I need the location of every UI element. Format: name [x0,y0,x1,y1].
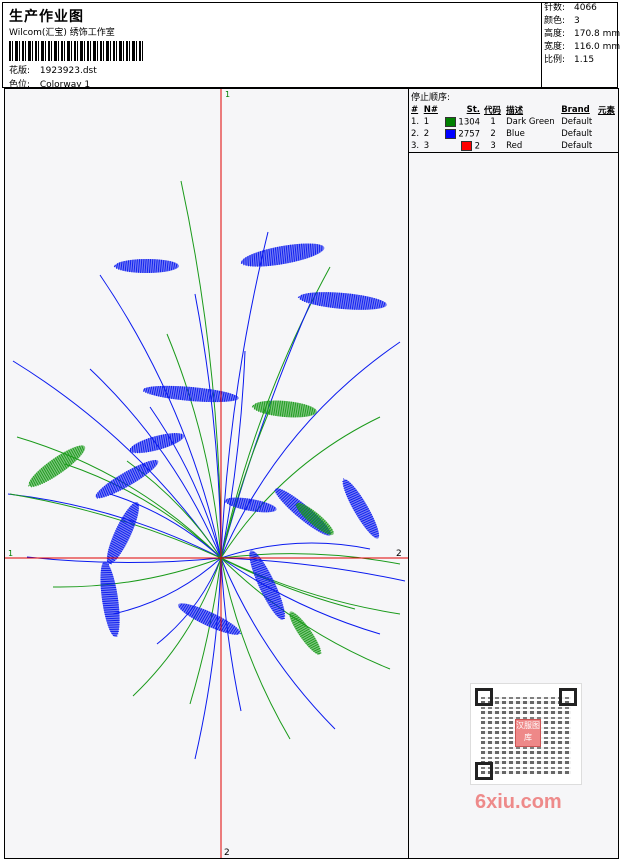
barcode [9,41,143,61]
leaf-fill [27,445,86,488]
stitch-lines [7,180,406,760]
axis-label-left: 1 [8,549,13,558]
table-row[interactable]: 3. 3 2 3 Red Default [409,140,618,153]
page-title: 生产作业图 [9,9,84,25]
design-canvas[interactable]: 1 1 2 2 [4,88,409,859]
leaf-fill [178,603,242,635]
table-row[interactable]: 1. 1 1304 1 Dark Green Default [409,116,618,128]
design-label: 花版: [9,66,31,76]
color-swatch [444,128,456,139]
stat-row: 颜色: 3 [544,16,580,26]
leaf-fill [342,478,380,539]
stitch-line [156,557,222,645]
stitch-line [220,557,401,615]
stitch-line [220,303,311,559]
leaf-fill [297,292,387,310]
leaf-fill [289,611,322,655]
leaf-fill [295,502,334,536]
leaf-fill [240,243,325,267]
stitch-line [220,416,381,559]
stat-row: 高度: 170.8 mm [544,29,620,39]
stamp-logo: 汉服图库 [515,719,541,747]
watermark: 6xiu.com [475,791,562,813]
design-file: 花版: 1923923.dst [9,63,97,76]
stitch-line [220,350,246,559]
leaf-fill [113,258,179,274]
stitch-line [220,557,406,582]
color-panel-title: 停止顺序: [411,93,451,103]
table-row[interactable]: 2. 2 2757 2 Blue Default [409,128,618,140]
leaf-fill [129,433,185,454]
stat-row: 宽度: 116.0 mm [544,42,620,52]
stitch-line [220,557,291,740]
stitch-line [194,557,222,760]
axis-label-top: 1 [225,90,230,99]
embroidery-preview: 1 1 2 2 [5,89,408,858]
color-swatch [460,140,472,151]
stitch-line [220,553,401,565]
axis-label-bottom: 2 [224,848,230,858]
color-swatch [444,116,456,127]
stitch-line [220,408,271,559]
color-table: # N# St. 代码 描述 Brand 元素 1. 1 1304 1 Dark… [409,104,618,153]
leaf-fill [251,400,317,418]
qr-code: 汉服图库 [470,683,582,785]
stats-panel: 针数: 4066 颜色: 3 高度: 170.8 mm 宽度: 116.0 mm 比例:… [541,2,620,88]
header: 生产作业图 Wilcom(汇宝) 绣饰工作室 花版: 1923923.dst 色… [2,2,618,90]
axis-label-right: 2 [396,549,402,559]
studio-name: Wilcom(汇宝) 绣饰工作室 [9,28,115,38]
stitch-line [112,557,222,615]
table-header-row: # N# St. 代码 描述 Brand 元素 [411,105,615,116]
stat-row: 比例: 1.15 [544,55,595,65]
leaf-fill [100,561,120,637]
design-value: 1923923.dst [39,66,97,76]
stat-row: 针数: 4066 [544,3,597,13]
